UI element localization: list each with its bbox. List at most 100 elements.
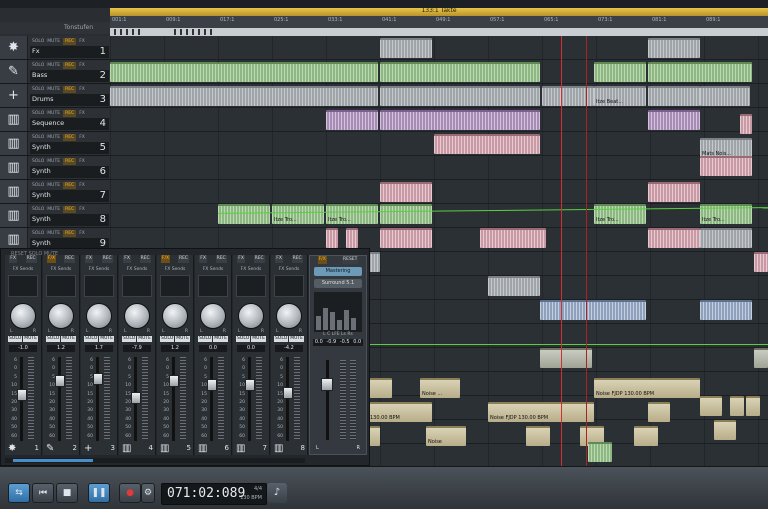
clip[interactable] (540, 300, 646, 320)
clip[interactable] (648, 38, 700, 58)
channel-fx-button[interactable]: F/X (160, 255, 171, 263)
clip[interactable] (700, 396, 722, 416)
channel-fx-button[interactable]: FX (9, 255, 17, 263)
mute-button[interactable]: MUTE (47, 38, 60, 45)
fx-sends-slot[interactable] (8, 275, 38, 297)
channel-mute-button[interactable]: MUTE (99, 336, 115, 342)
clip[interactable]: Itze Tro... (594, 204, 646, 224)
record-options-button[interactable]: ⚙ (141, 483, 155, 503)
rewind-button[interactable]: ⏮ (32, 483, 54, 503)
channel-fx-button[interactable]: FX (85, 255, 93, 263)
channel-mute-button[interactable]: MUTE (251, 336, 267, 342)
clip[interactable] (380, 204, 432, 224)
channel-fx-button[interactable]: FX (275, 255, 283, 263)
volume-fader[interactable]: 6 0 5 10 15 20 30 40 50 60 (47, 357, 76, 441)
clip[interactable]: Itze Beat... (594, 86, 646, 106)
volume-fader[interactable]: 6 0 5 10 15 20 30 40 50 60 (123, 357, 152, 441)
volume-fader[interactable]: 6 0 5 10 15 20 30 40 50 60 (85, 357, 114, 441)
volume-readout[interactable]: 1.2 (161, 345, 189, 352)
rec-button[interactable]: REC (63, 230, 77, 237)
volume-fader[interactable]: 6 0 5 10 15 20 30 40 50 60 (9, 357, 38, 441)
clip[interactable] (218, 204, 270, 224)
metronome-button[interactable]: ♪ (267, 483, 287, 503)
track-header[interactable]: ▥ SOLO MUTE REC FX Synth 6 (0, 156, 110, 180)
track-header[interactable]: ▥ SOLO MUTE REC FX Synth 7 (0, 180, 110, 204)
rec-button[interactable]: REC (63, 62, 77, 69)
track-name[interactable]: Synth (32, 215, 51, 223)
track-name[interactable]: Bass (32, 71, 47, 79)
fx-sends-slot[interactable] (84, 275, 114, 297)
clip[interactable]: Mats Nois... (700, 138, 752, 158)
clip[interactable] (648, 86, 700, 106)
channel-solo-button[interactable]: SOLO (45, 336, 61, 342)
channel-rec-button[interactable]: REC (177, 255, 190, 263)
channel-fx-button[interactable]: FX (237, 255, 245, 263)
solo-button[interactable]: SOLO (32, 86, 44, 93)
clip[interactable] (648, 402, 670, 422)
clip[interactable]: Itze Tro... (326, 204, 378, 224)
track-name[interactable]: Synth (32, 191, 51, 199)
clip[interactable] (700, 228, 752, 248)
channel-rec-button[interactable]: REC (215, 255, 227, 263)
volume-readout[interactable]: -7.9 (123, 345, 151, 352)
fx-sends-slot[interactable] (198, 275, 228, 297)
channel-rec-button[interactable]: REC (101, 255, 113, 263)
clip[interactable]: Noise FJDP 130.00 BPM (488, 402, 594, 422)
clip[interactable] (594, 62, 646, 82)
solo-button[interactable]: SOLO (32, 206, 44, 213)
mixer-scroll-thumb[interactable] (13, 459, 93, 462)
volume-fader[interactable]: 6 0 5 10 15 20 30 40 50 60 (199, 357, 228, 441)
clip[interactable] (754, 252, 768, 272)
mute-button[interactable]: MUTE (47, 182, 60, 189)
channel-solo-button[interactable]: SOLO (235, 336, 251, 342)
volume-fader[interactable]: 6 0 5 10 15 20 30 40 50 60 (161, 357, 190, 441)
fader-cap[interactable] (55, 375, 65, 387)
loop-end-marker[interactable] (586, 36, 587, 466)
mute-button[interactable]: MUTE (47, 110, 60, 117)
clip[interactable] (434, 134, 540, 154)
channel-mute-button[interactable]: MUTE (137, 336, 153, 342)
clip[interactable] (110, 86, 378, 106)
channel-mute-button[interactable]: MUTE (175, 336, 191, 342)
fader-cap[interactable] (17, 389, 27, 401)
mute-button[interactable]: MUTE (47, 86, 60, 93)
stop-button[interactable]: ■ (56, 483, 78, 503)
volume-readout[interactable]: -4.2 (275, 345, 303, 352)
channel-solo-button[interactable]: SOLO (83, 336, 99, 342)
fx-button[interactable]: FX (79, 158, 85, 165)
clip[interactable] (648, 228, 700, 248)
fx-sends-slot[interactable] (274, 275, 304, 297)
mute-button[interactable]: MUTE (47, 134, 60, 141)
channel-rec-button[interactable]: REC (291, 255, 303, 263)
timeline-ruler[interactable]: 133:1 Takte 001:1 009:1 017:1 025:1 033:1 041… (110, 7, 768, 36)
clip[interactable]: Itze Tro... (272, 204, 324, 224)
clip[interactable] (754, 348, 768, 368)
volume-readout[interactable]: 0.0 (237, 345, 265, 352)
track-name[interactable]: Synth (32, 167, 51, 175)
fx-button[interactable]: FX (79, 206, 85, 213)
clip[interactable] (326, 228, 338, 248)
channel-rec-button[interactable]: REC (25, 255, 37, 263)
clip[interactable] (700, 86, 750, 106)
rec-button[interactable]: REC (63, 182, 77, 189)
rec-button[interactable]: REC (63, 38, 77, 45)
fader-cap[interactable] (93, 373, 103, 385)
clip[interactable] (368, 378, 392, 398)
keyboard-icon[interactable]: ▥ (0, 180, 28, 203)
clip[interactable] (480, 228, 546, 248)
master-fx-button[interactable]: F/X (317, 256, 327, 264)
master-reset-button[interactable]: RESET (341, 256, 359, 264)
clip[interactable] (326, 110, 378, 130)
track-header[interactable]: ✎ SOLO MUTE REC FX Bass 2 (0, 60, 110, 84)
clip[interactable]: Noise (426, 426, 466, 446)
volume-fader[interactable]: 6 0 5 10 15 20 30 40 50 60 (275, 357, 304, 441)
fx-sends-slot[interactable] (160, 275, 190, 297)
track-name[interactable]: Drums (32, 95, 54, 103)
channel-solo-button[interactable]: SOLO (197, 336, 213, 342)
track-header[interactable]: ▥ SOLO MUTE REC FX Sequence 4 (0, 108, 110, 132)
channel-rec-button[interactable]: REC (253, 255, 265, 263)
clip[interactable]: Noise ... (420, 378, 460, 398)
channel-mute-button[interactable]: MUTE (213, 336, 229, 342)
tonstufen-header[interactable]: Tonstufen (0, 22, 110, 34)
clip[interactable] (648, 110, 700, 130)
